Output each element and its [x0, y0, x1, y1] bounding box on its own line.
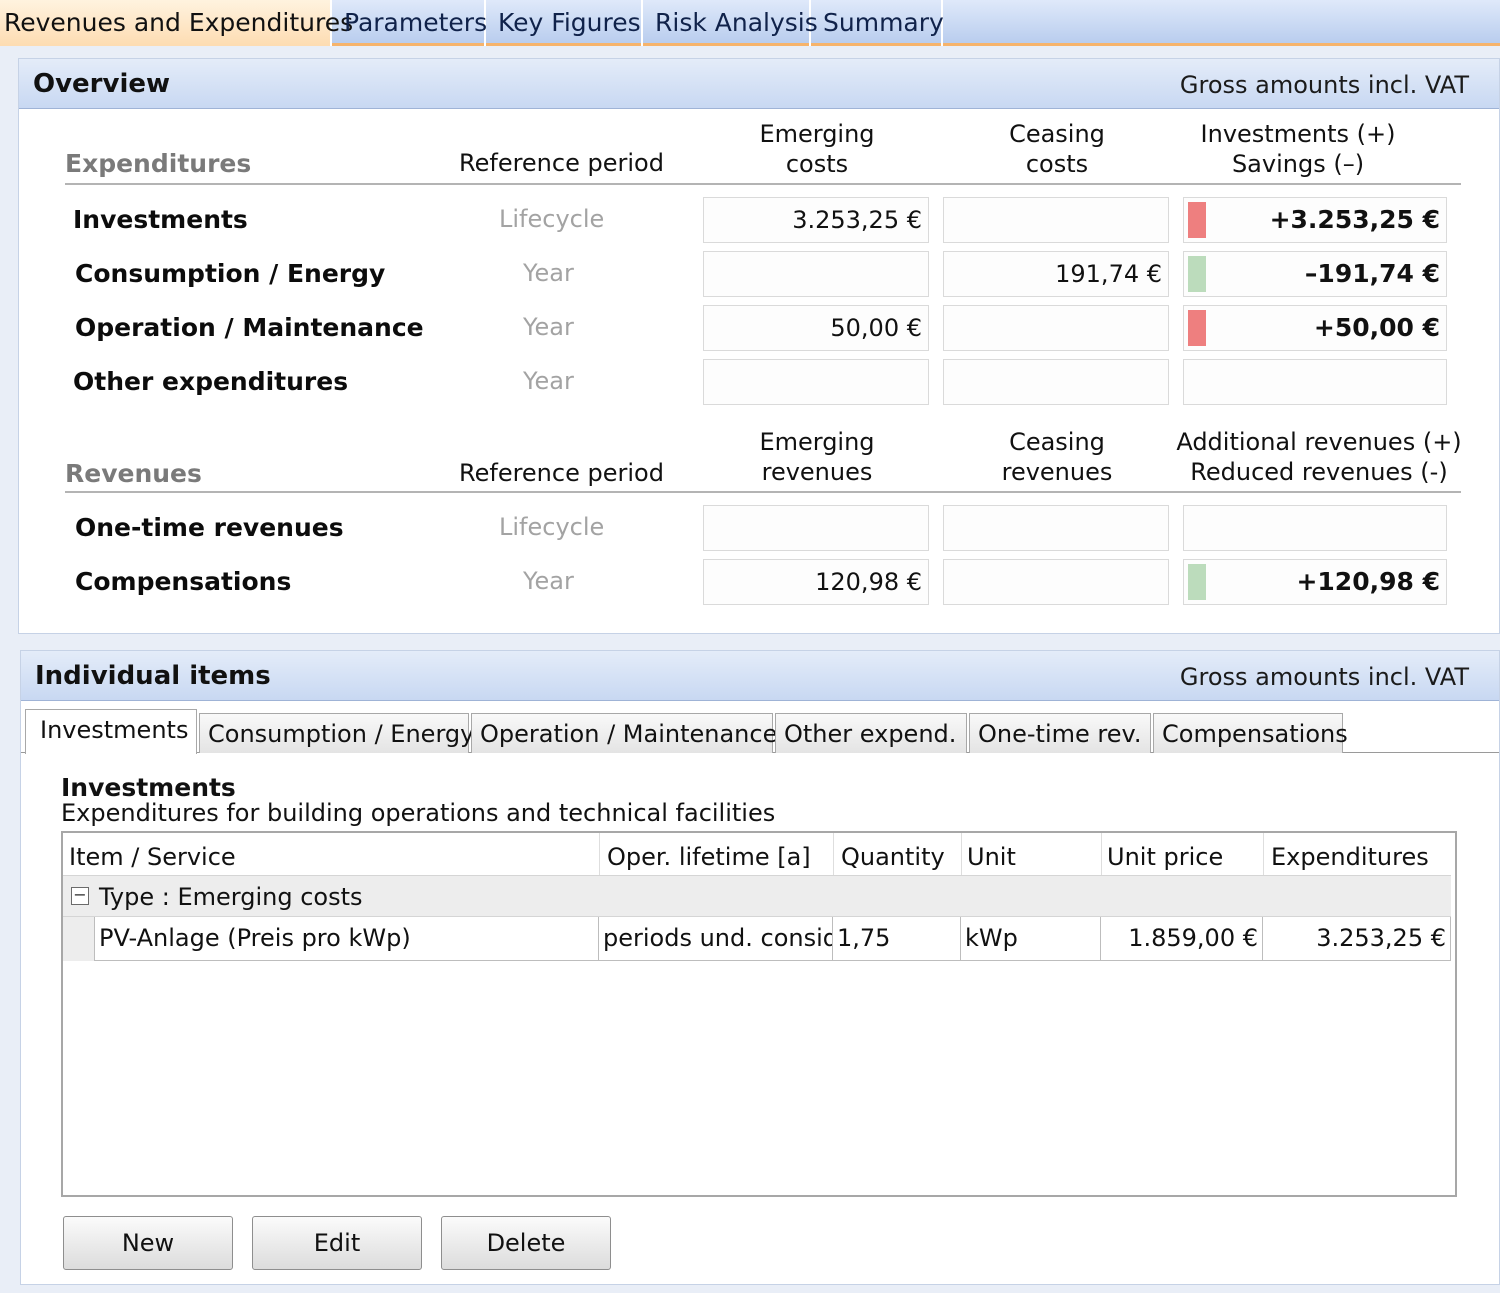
emerging-revenues-header: Emerging revenues — [759, 428, 875, 486]
cell-quantity[interactable]: 1,75 — [833, 917, 961, 961]
subtab-other-expend[interactable]: Other expend. — [775, 713, 967, 753]
indicator-consumption-energy — [1188, 256, 1206, 292]
items-grid: Item / Service Oper. lifetime [a] Quanti… — [61, 831, 1457, 1197]
emerging-costs-consumption-energy[interactable] — [703, 251, 929, 297]
cell-oper-lifetime[interactable]: periods und. consid. — [599, 917, 833, 961]
result-value-compensations: +120,98 € — [1296, 567, 1440, 596]
col-header-quantity[interactable]: Quantity — [841, 843, 945, 871]
row-label-investments: Investments — [73, 205, 248, 234]
row-label-other-expenditures: Other expenditures — [73, 367, 349, 396]
col-header-oper-lifetime[interactable]: Oper. lifetime [a] — [607, 843, 811, 871]
indicator-investments — [1188, 202, 1206, 238]
row-label-compensations: Compensations — [75, 567, 292, 596]
emerging-costs-operation-maintenance[interactable]: 50,00 € — [703, 305, 929, 351]
result-consumption-energy: –191,74 € — [1183, 251, 1447, 297]
table-row[interactable]: PV-Anlage (Preis pro kWp) periods und. c… — [63, 917, 1451, 961]
ref-period-one-time-revenues: Lifecycle — [499, 513, 605, 541]
col-separator — [1101, 833, 1102, 875]
col-header-unit-price[interactable]: Unit price — [1107, 843, 1223, 871]
subtab-one-time-rev[interactable]: One-time rev. — [969, 713, 1151, 753]
result-operation-maintenance: +50,00 € — [1183, 305, 1447, 351]
row-label-operation-maintenance: Operation / Maintenance — [75, 313, 424, 342]
ceasing-costs-consumption-energy[interactable]: 191,74 € — [943, 251, 1169, 297]
result-value-consumption-energy: –191,74 € — [1304, 259, 1440, 288]
ref-period-consumption-energy: Year — [523, 259, 574, 287]
emerging-revenues-compensations[interactable]: 120,98 € — [703, 559, 929, 605]
edit-button[interactable]: Edit — [252, 1216, 422, 1270]
col-separator — [599, 833, 600, 875]
expenditures-divider — [65, 183, 1461, 185]
col-separator — [833, 833, 834, 875]
individual-items-title: Individual items — [35, 661, 271, 691]
subtab-operation-maintenance[interactable]: Operation / Maintenance — [471, 713, 777, 753]
ceasing-revenues-compensations[interactable] — [943, 559, 1169, 605]
group-row-emerging-costs[interactable]: − Type : Emerging costs — [63, 875, 1451, 917]
indicator-compensations — [1188, 564, 1206, 600]
ref-period-operation-maintenance: Year — [523, 313, 574, 341]
emerging-costs-other-expenditures[interactable] — [703, 359, 929, 405]
expenditures-section-label: Expenditures — [65, 149, 252, 178]
ceasing-revenues-one-time[interactable] — [943, 505, 1169, 551]
overview-title: Overview — [33, 69, 171, 99]
new-button[interactable]: New — [63, 1216, 233, 1270]
tab-summary[interactable]: Summary — [813, 0, 944, 46]
result-investments: +3.253,25 € — [1183, 197, 1447, 243]
cell-expenditures[interactable]: 3.253,25 € — [1263, 917, 1451, 961]
cell-unit-price[interactable]: 1.859,00 € — [1101, 917, 1263, 961]
col-header-expenditures[interactable]: Expenditures — [1271, 843, 1429, 871]
individual-items-panel: Individual items Gross amounts incl. VAT… — [20, 650, 1500, 1285]
ceasing-costs-other-expenditures[interactable] — [943, 359, 1169, 405]
col-separator — [1263, 833, 1264, 875]
ceasing-costs-operation-maintenance[interactable] — [943, 305, 1169, 351]
row-label-consumption-energy: Consumption / Energy — [75, 259, 386, 288]
investments-savings-header: Investments (+) Savings (–) — [1200, 120, 1396, 178]
col-separator — [961, 833, 962, 875]
emerging-costs-header: Emerging costs — [759, 120, 875, 178]
emerging-revenues-one-time[interactable] — [703, 505, 929, 551]
ceasing-costs-header: Ceasing costs — [1009, 120, 1105, 178]
result-value-investments: +3.253,25 € — [1269, 205, 1440, 234]
tab-parameters[interactable]: Parameters — [334, 0, 487, 46]
items-section-heading: Investments — [61, 773, 236, 802]
result-one-time-revenues — [1183, 505, 1447, 551]
expenditures-ref-header: Reference period — [459, 149, 664, 177]
ref-period-investments: Lifecycle — [499, 205, 605, 233]
individual-items-vat-note: Gross amounts incl. VAT — [1179, 663, 1469, 691]
indicator-operation-maintenance — [1188, 310, 1206, 346]
result-other-expenditures — [1183, 359, 1447, 405]
emerging-costs-investments[interactable]: 3.253,25 € — [703, 197, 929, 243]
ceasing-revenues-header: Ceasing revenues — [1001, 428, 1113, 486]
cell-item-service[interactable]: PV-Anlage (Preis pro kWp) — [95, 917, 599, 961]
revenues-ref-header: Reference period — [459, 459, 664, 487]
col-header-unit[interactable]: Unit — [967, 843, 1016, 871]
overview-panel: Overview Gross amounts incl. VAT Expendi… — [18, 58, 1500, 634]
revenues-divider — [65, 491, 1461, 493]
delete-button[interactable]: Delete — [441, 1216, 611, 1270]
main-tab-strip: Revenues and Expenditures Parameters Key… — [0, 0, 1500, 46]
additional-reduced-revenues-header: Additional revenues (+) Reduced revenues… — [1176, 428, 1462, 486]
ceasing-costs-investments[interactable] — [943, 197, 1169, 243]
result-compensations: +120,98 € — [1183, 559, 1447, 605]
items-section-description: Expenditures for building operations and… — [61, 799, 776, 827]
cell-unit[interactable]: kWp — [961, 917, 1101, 961]
collapse-minus-icon[interactable]: − — [71, 887, 89, 905]
tab-key-figures[interactable]: Key Figures — [488, 0, 643, 46]
ref-period-compensations: Year — [523, 567, 574, 595]
revenues-section-label: Revenues — [65, 459, 202, 488]
tab-revenues-and-expenditures[interactable]: Revenues and Expenditures — [0, 0, 353, 46]
individual-items-header: Individual items Gross amounts incl. VAT — [21, 651, 1499, 701]
overview-header: Overview Gross amounts incl. VAT — [19, 59, 1499, 109]
col-header-item-service[interactable]: Item / Service — [69, 843, 236, 871]
tab-risk-analysis[interactable]: Risk Analysis — [645, 0, 818, 46]
overview-vat-note: Gross amounts incl. VAT — [1179, 71, 1469, 99]
item-category-tabs: Investments Consumption / Energy Operati… — [21, 709, 1499, 754]
subtab-consumption-energy[interactable]: Consumption / Energy — [199, 713, 474, 753]
row-indent — [63, 917, 95, 961]
row-label-one-time-revenues: One-time revenues — [75, 513, 344, 542]
subtab-investments[interactable]: Investments — [25, 709, 197, 754]
result-value-operation-maintenance: +50,00 € — [1313, 313, 1440, 342]
group-label: Type : Emerging costs — [99, 883, 363, 911]
subtab-compensations[interactable]: Compensations — [1153, 713, 1348, 753]
ref-period-other-expenditures: Year — [523, 367, 574, 395]
